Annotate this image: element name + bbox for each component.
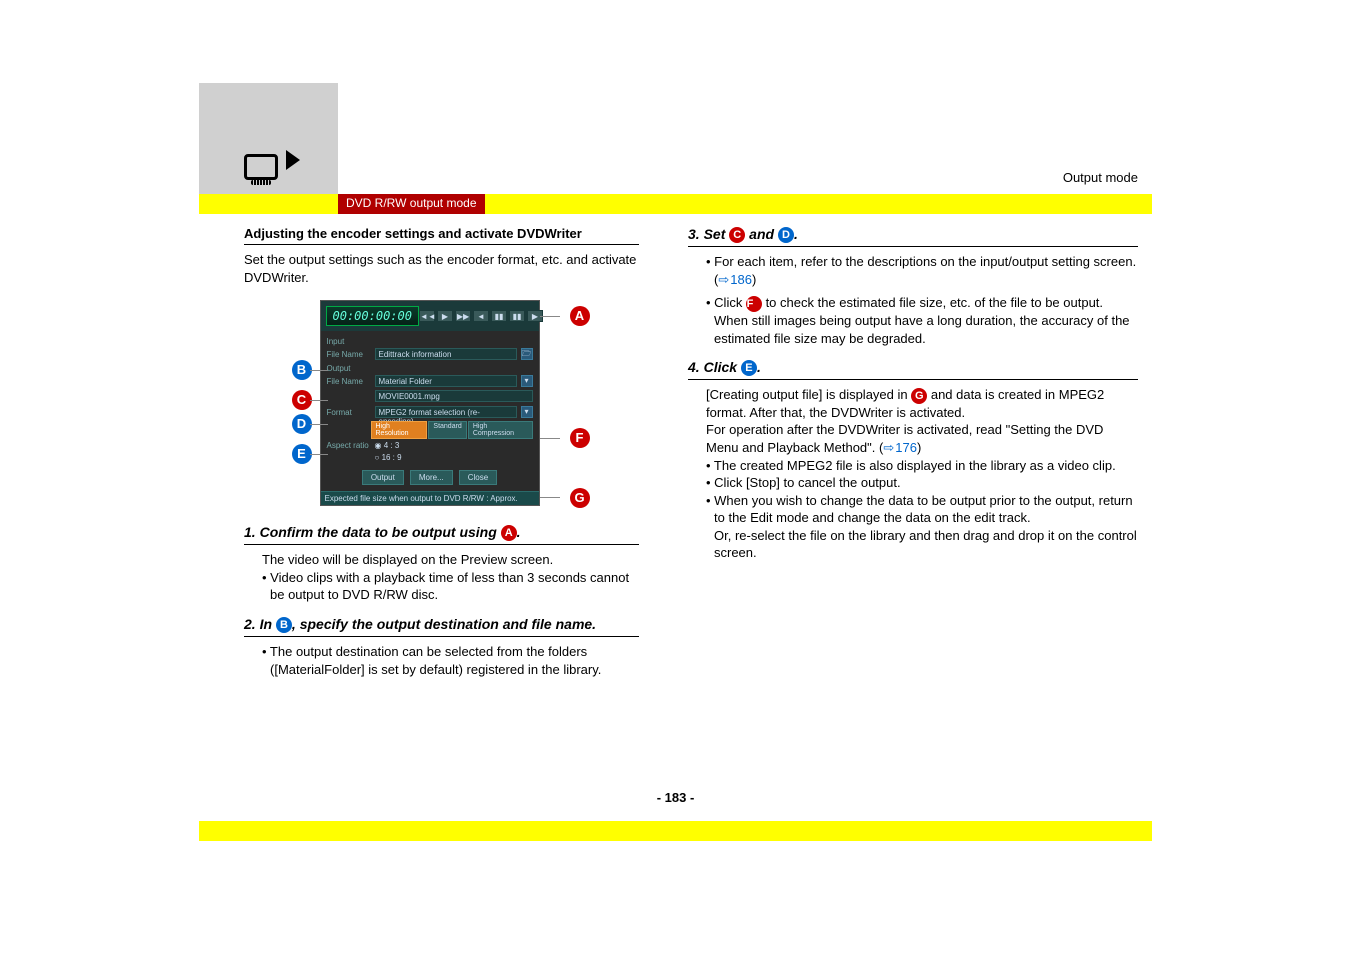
step3-body3: When still images being output have a lo… xyxy=(706,312,1138,347)
tab-high-resolution[interactable]: High Resolution xyxy=(371,421,428,439)
step4-body1: [Creating output file] is displayed in G… xyxy=(706,386,1138,421)
step4-bullet3: • When you wish to change the data to be… xyxy=(706,492,1138,527)
fastfwd-button[interactable]: ▶▶ xyxy=(455,310,471,322)
step4-body2: For operation after the DVDWriter is act… xyxy=(706,421,1138,456)
step1-body1: The video will be displayed on the Previ… xyxy=(262,551,639,569)
timecode-display: 00:00:00:00 xyxy=(326,306,419,326)
step2-body: • The output destination can be selected… xyxy=(262,643,639,678)
bottom-yellow-bar xyxy=(199,821,1152,841)
link-186[interactable]: 186 xyxy=(718,272,752,287)
badge-A-inline: A xyxy=(501,525,517,541)
step1-title: 1. Confirm the data to be output using A… xyxy=(244,524,639,545)
callout-C: C xyxy=(292,390,312,410)
input-filename-field[interactable]: Edittrack information xyxy=(375,348,517,360)
step2-title: 2. In B, specify the output destination … xyxy=(244,616,639,637)
aspect-4-3[interactable]: ◉ 4 : 3 xyxy=(375,441,400,450)
format-label: Format xyxy=(327,408,371,417)
intro-text: Set the output settings such as the enco… xyxy=(244,251,639,286)
output-filename-field[interactable]: MOVIE0001.mpg xyxy=(375,390,533,402)
badge-E-inline: E xyxy=(741,360,757,376)
pause-button[interactable]: ▮▮ xyxy=(491,310,507,322)
callout-B: B xyxy=(292,360,312,380)
browse-icon[interactable]: 🗁 xyxy=(521,348,533,360)
output-button[interactable]: Output xyxy=(362,470,404,485)
output-folder-dropdown[interactable]: ▾ xyxy=(521,375,533,387)
input-filename-label: File Name xyxy=(327,350,371,359)
callout-A: A xyxy=(570,306,590,326)
settings-screenshot: 00:00:00:00 ◄◄ ▶ ▶▶ ◄ ▮▮ ▮▮ ▶ Input xyxy=(320,300,564,506)
step4-title: 4. Click E. xyxy=(688,359,1138,380)
step4-body3: Or, re-select the file on the library an… xyxy=(706,527,1138,562)
badge-G-inline: G xyxy=(911,388,927,404)
callout-F: F xyxy=(570,428,590,448)
input-section-label: Input xyxy=(327,337,533,346)
step1-body2: • Video clips with a playback time of le… xyxy=(262,569,639,604)
format-field[interactable]: MPEG2 format selection (re-encoding) xyxy=(375,406,517,418)
tab-high-compression[interactable]: High Compression xyxy=(468,421,533,439)
output-section-label: Output xyxy=(327,364,533,373)
aspect-ratio-label: Aspect ratio xyxy=(327,441,371,450)
step3-title: 3. Set C and D. xyxy=(688,226,1138,247)
badge-D-inline: D xyxy=(778,227,794,243)
more-button[interactable]: More... xyxy=(410,470,453,485)
step3-body1: • For each item, refer to the descriptio… xyxy=(706,253,1138,288)
step4-bullet2: • Click [Stop] to cancel the output. xyxy=(706,474,1138,492)
output-filename-label: File Name xyxy=(327,377,371,386)
step3-body2: • Click F to check the estimated file si… xyxy=(706,294,1138,312)
step-back-button[interactable]: ◄ xyxy=(473,310,489,322)
callout-G: G xyxy=(570,488,590,508)
tab-standard[interactable]: Standard xyxy=(428,421,466,439)
play-button[interactable]: ▶ xyxy=(437,310,453,322)
header-device-icon xyxy=(244,150,300,183)
frame-step-button[interactable]: ▮▮ xyxy=(509,310,525,322)
badge-C-inline: C xyxy=(729,227,745,243)
section-title: DVD R/RW output mode xyxy=(338,194,485,214)
expected-size-footer: Expected file size when output to DVD R/… xyxy=(321,491,539,505)
link-176[interactable]: 176 xyxy=(883,440,917,455)
output-mode-label: Output mode xyxy=(1063,170,1138,185)
close-button[interactable]: Close xyxy=(459,470,497,485)
callout-D: D xyxy=(292,414,312,434)
callout-E: E xyxy=(292,444,312,464)
step4-bullet1: • The created MPEG2 file is also display… xyxy=(706,457,1138,475)
aspect-16-9[interactable]: ○ 16 : 9 xyxy=(375,453,402,462)
badge-B-inline: B xyxy=(276,617,292,633)
page-number: - 183 - xyxy=(0,790,1351,805)
output-folder-field[interactable]: Material Folder xyxy=(375,375,517,387)
playback-controls[interactable]: ◄◄ ▶ ▶▶ ◄ ▮▮ ▮▮ ▶ xyxy=(419,310,543,322)
badge-F-inline: F xyxy=(746,296,762,312)
subsection-heading: Adjusting the encoder settings and activ… xyxy=(244,226,639,245)
format-dropdown[interactable]: ▾ xyxy=(521,406,533,418)
rewind-button[interactable]: ◄◄ xyxy=(419,310,435,322)
